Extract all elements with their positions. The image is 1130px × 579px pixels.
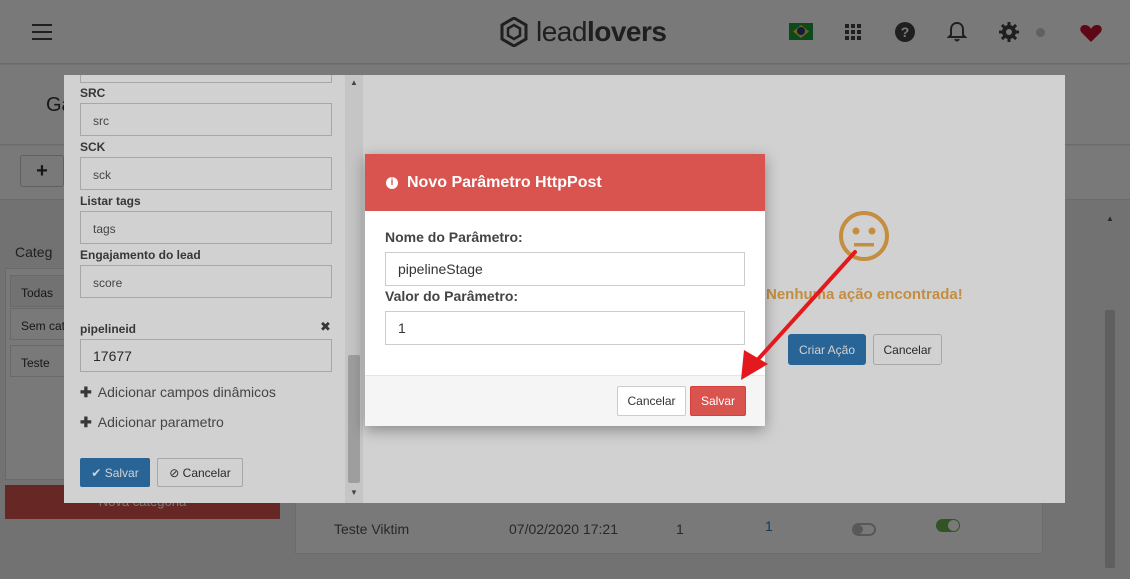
parameter-value-input[interactable]: 1 [385,311,745,345]
parameter-name-label: Nome do Parâmetro: [385,229,523,245]
parameter-value-label: Valor do Parâmetro: [385,288,519,304]
parameter-name-input[interactable]: pipelineStage [385,252,745,286]
modal-header: i Novo Parâmetro HttpPost [365,154,765,211]
cancel-button[interactable]: Cancelar [617,386,686,416]
info-icon: i [386,177,398,189]
save-button[interactable]: Salvar [690,386,746,416]
new-parameter-modal: i Novo Parâmetro HttpPost Nome do Parâme… [365,154,765,426]
modal-title: Novo Parâmetro HttpPost [407,174,602,191]
